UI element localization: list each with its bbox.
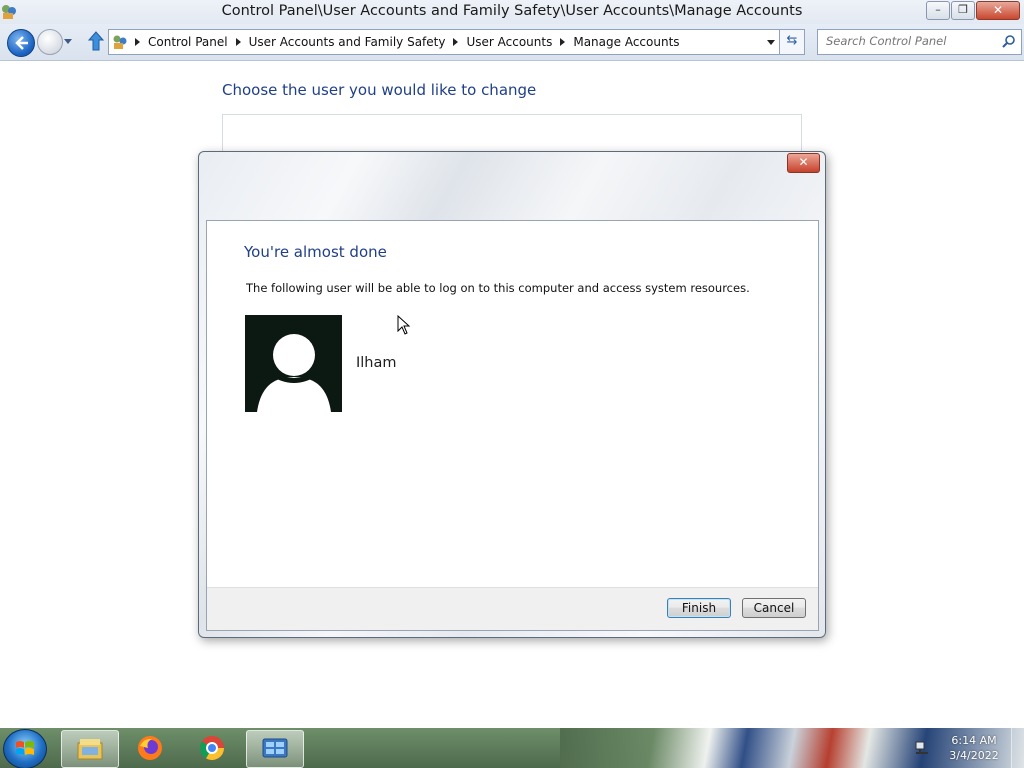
taskbar-item-explorer[interactable] (61, 730, 119, 768)
breadcrumb-item[interactable]: Control Panel (135, 35, 228, 49)
close-icon: ✕ (798, 155, 809, 169)
up-arrow-icon[interactable] (87, 31, 105, 51)
taskbar-item-chrome[interactable] (184, 730, 240, 766)
user-silhouette-icon (257, 334, 331, 412)
navigation-bar: Control Panel User Accounts and Family S… (0, 24, 1024, 61)
breadcrumb: Control Panel User Accounts and Family S… (135, 30, 688, 54)
minimize-button[interactable]: – (926, 1, 950, 20)
recent-pages-dropdown-icon[interactable] (64, 39, 72, 44)
taskbar: 6:14 AM 3/4/2022 (0, 728, 1024, 768)
show-desktop-button[interactable] (1011, 728, 1024, 768)
taskbar-item-firefox[interactable] (122, 730, 178, 766)
breadcrumb-label: Control Panel (148, 35, 228, 49)
search-input[interactable] (824, 33, 998, 49)
breadcrumb-item[interactable]: User Accounts (453, 35, 552, 49)
control-panel-icon (262, 738, 288, 758)
dialog-description: The following user will be able to log o… (246, 281, 750, 295)
windows-explorer-icon (77, 739, 103, 760)
refresh-button[interactable]: ⇆ (779, 29, 805, 55)
search-box[interactable] (817, 29, 1022, 55)
clock-date: 3/4/2022 (949, 749, 999, 762)
chevron-right-icon (453, 38, 459, 46)
chevron-right-icon (560, 38, 566, 46)
network-icon[interactable] (914, 740, 930, 756)
firefox-icon (138, 736, 162, 760)
forward-button[interactable] (37, 29, 63, 55)
cancel-button[interactable]: Cancel (742, 598, 806, 618)
close-icon: ✕ (992, 3, 1004, 17)
restore-button[interactable]: ❐ (951, 1, 975, 20)
windows-logo-icon (16, 741, 34, 755)
breadcrumb-item[interactable]: Manage Accounts (560, 35, 680, 49)
back-button[interactable] (7, 29, 35, 57)
refresh-icon: ⇆ (786, 33, 798, 48)
add-user-dialog: ✕ You're almost done The following user … (198, 151, 826, 638)
breadcrumb-label: Manage Accounts (573, 35, 680, 49)
dialog-content: You're almost done The following user wi… (206, 220, 819, 631)
title-bar: Control Panel\User Accounts and Family S… (0, 0, 1024, 24)
back-arrow-icon (15, 36, 28, 50)
restore-icon: ❐ (958, 3, 968, 16)
chrome-icon (200, 736, 224, 761)
window-title: Control Panel\User Accounts and Family S… (221, 3, 803, 19)
breadcrumb-label: User Accounts (466, 35, 553, 49)
clock-time: 6:14 AM (951, 734, 997, 747)
breadcrumb-label: User Accounts and Family Safety (248, 35, 446, 49)
address-dropdown-icon[interactable] (767, 40, 775, 45)
finish-button[interactable]: Finish (667, 598, 731, 618)
control-panel-icon (113, 35, 127, 49)
page-title: Choose the user you would like to change (222, 81, 537, 99)
search-icon[interactable] (1002, 34, 1016, 48)
close-window-button[interactable]: ✕ (976, 1, 1020, 20)
dialog-footer: Finish Cancel (207, 587, 818, 630)
minimize-icon: – (935, 3, 941, 16)
start-button[interactable] (3, 729, 47, 768)
taskbar-item-control-panel[interactable] (246, 730, 304, 768)
mouse-cursor-icon (397, 315, 411, 335)
system-clock[interactable]: 6:14 AM 3/4/2022 (944, 733, 1004, 763)
chevron-right-icon (135, 38, 140, 46)
user-name: Ilham (356, 355, 397, 371)
dialog-close-button[interactable]: ✕ (787, 153, 820, 173)
address-bar[interactable]: Control Panel User Accounts and Family S… (108, 29, 780, 55)
avatar (245, 315, 342, 412)
dialog-title: You're almost done (244, 243, 387, 261)
breadcrumb-item[interactable]: User Accounts and Family Safety (235, 35, 446, 49)
window-controls: – ❐ ✕ (926, 1, 1020, 20)
chevron-right-icon (235, 38, 241, 46)
